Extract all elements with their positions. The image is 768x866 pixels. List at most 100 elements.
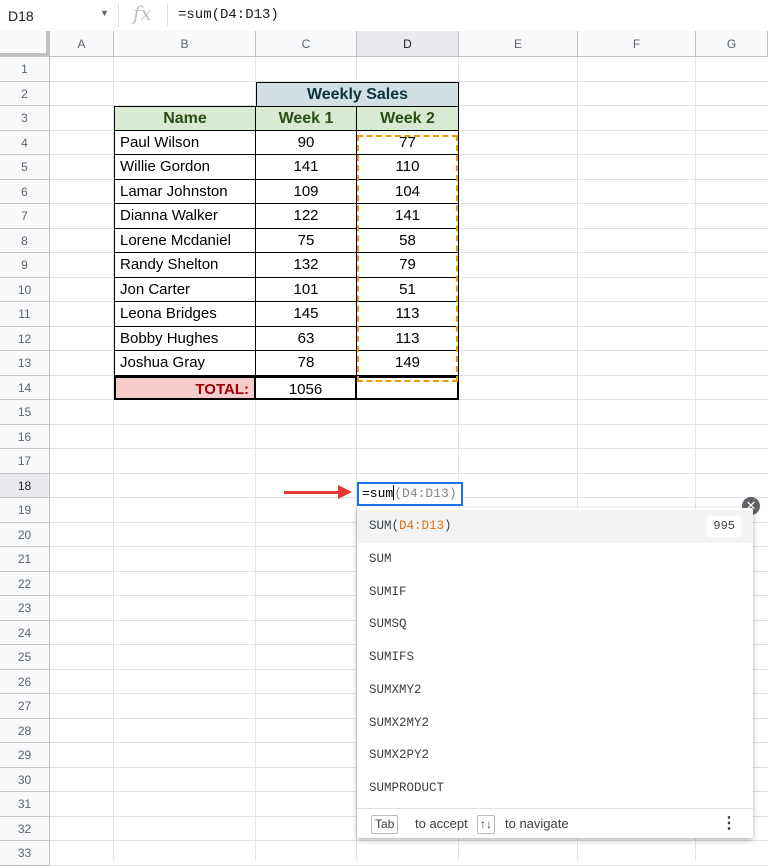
cell-week-2[interactable]: 113 (357, 302, 459, 327)
row-header-6[interactable]: 6 (0, 179, 50, 204)
row-header-24[interactable]: 24 (0, 620, 50, 645)
autocomplete-item[interactable]: SUMXMY2 (357, 674, 753, 707)
row-header-22[interactable]: 22 (0, 571, 50, 596)
row-header-14[interactable]: 14 (0, 375, 50, 400)
row-header-30[interactable]: 30 (0, 767, 50, 792)
arrow-head-icon (338, 485, 352, 499)
row-header-32[interactable]: 32 (0, 816, 50, 841)
row-header-10[interactable]: 10 (0, 277, 50, 302)
cell-name[interactable]: Bobby Hughes (114, 326, 256, 351)
row-header-12[interactable]: 12 (0, 326, 50, 351)
cell-week-2[interactable]: 51 (357, 277, 459, 302)
row-header-4[interactable]: 4 (0, 130, 50, 155)
column-header-e[interactable]: E (459, 31, 578, 57)
row-header-23[interactable]: 23 (0, 596, 50, 621)
cell-name[interactable]: Dianna Walker (114, 204, 256, 229)
autocomplete-item[interactable]: SUMPRODUCT (357, 772, 753, 805)
row-header-15[interactable]: 15 (0, 400, 50, 425)
tab-key-hint: Tab (371, 815, 399, 834)
autocomplete-item[interactable]: SUMX2MY2 (357, 707, 753, 740)
autocomplete-suggestion[interactable]: SUM(D4:D13) 995 (357, 510, 753, 543)
cell-name[interactable]: Paul Wilson (114, 130, 256, 155)
autocomplete-item[interactable]: SUMIF (357, 576, 753, 609)
cell-week-1[interactable]: 75 (256, 228, 357, 253)
cell-name[interactable]: Jon Carter (114, 277, 256, 302)
column-header-d[interactable]: D (357, 31, 459, 57)
row-header-2[interactable]: 2 (0, 81, 50, 106)
header-week-2[interactable]: Week 2 (357, 106, 459, 131)
cell-name[interactable]: Lamar Johnston (114, 179, 256, 204)
total-week-2[interactable] (357, 375, 459, 400)
column-header-g[interactable]: G (696, 31, 768, 57)
table-title[interactable]: Weekly Sales (256, 81, 459, 106)
suggestion-fn: SUM( (369, 519, 400, 533)
cell-week-2[interactable]: 141 (357, 204, 459, 229)
header-week-1[interactable]: Week 1 (256, 106, 357, 131)
row-header-21[interactable]: 21 (0, 547, 50, 572)
gridline (50, 864, 768, 866)
divider (118, 4, 119, 27)
row-header-16[interactable]: 16 (0, 424, 50, 449)
column-header-a[interactable]: A (50, 31, 114, 57)
name-box[interactable]: D18 ▼ (0, 0, 118, 31)
cell-name[interactable]: Leona Bridges (114, 302, 256, 327)
cell-week-1[interactable]: 145 (256, 302, 357, 327)
cell-week-2[interactable]: 110 (357, 155, 459, 180)
row-header-31[interactable]: 31 (0, 792, 50, 817)
row-header-33[interactable]: 33 (0, 841, 50, 866)
header-name[interactable]: Name (114, 106, 256, 131)
cell-week-1[interactable]: 101 (256, 277, 357, 302)
select-all-corner[interactable] (0, 31, 50, 57)
row-header-27[interactable]: 27 (0, 694, 50, 719)
cell-week-1[interactable]: 132 (256, 253, 357, 278)
row-header-19[interactable]: 19 (0, 498, 50, 523)
row-header-26[interactable]: 26 (0, 669, 50, 694)
cell-name[interactable]: Joshua Gray (114, 351, 256, 376)
more-options-icon[interactable]: ⋮ (721, 809, 737, 838)
row-header-7[interactable]: 7 (0, 204, 50, 229)
cell-week-1[interactable]: 63 (256, 326, 357, 351)
column-header-b[interactable]: B (114, 31, 256, 57)
cell-week-1[interactable]: 109 (256, 179, 357, 204)
cell-name[interactable]: Lorene Mcdaniel (114, 228, 256, 253)
cell-week-2[interactable]: 113 (357, 326, 459, 351)
row-header-5[interactable]: 5 (0, 155, 50, 180)
autocomplete-item[interactable]: SUMSQ (357, 608, 753, 641)
cell-week-1[interactable]: 90 (256, 130, 357, 155)
total-week-1[interactable]: 1056 (256, 375, 357, 400)
cell-week-2[interactable]: 58 (357, 228, 459, 253)
row-header-17[interactable]: 17 (0, 449, 50, 474)
cell-week-2[interactable]: 104 (357, 179, 459, 204)
row-header-3[interactable]: 3 (0, 106, 50, 131)
suggestion-close: ) (444, 519, 452, 533)
autocomplete-item[interactable]: SUMX2PY2 (357, 739, 753, 772)
row-header-1[interactable]: 1 (0, 57, 50, 82)
cell-name[interactable]: Randy Shelton (114, 253, 256, 278)
result-preview: 995 (707, 516, 741, 537)
row-header-20[interactable]: 20 (0, 522, 50, 547)
row-header-9[interactable]: 9 (0, 253, 50, 278)
formula-input[interactable]: =sum(D4:D13) (178, 7, 279, 23)
column-header-c[interactable]: C (256, 31, 357, 57)
cell-week-2[interactable]: 79 (357, 253, 459, 278)
cell-week-1[interactable]: 78 (256, 351, 357, 376)
row-header-8[interactable]: 8 (0, 228, 50, 253)
cell-name[interactable]: Willie Gordon (114, 155, 256, 180)
cell-week-2[interactable]: 77 (357, 130, 459, 155)
cell-week-2[interactable]: 149 (357, 351, 459, 376)
cell-editor[interactable]: =sum(D4:D13) (357, 482, 463, 506)
cell-week-1[interactable]: 122 (256, 204, 357, 229)
row-header-25[interactable]: 25 (0, 645, 50, 670)
column-header-f[interactable]: F (578, 31, 696, 57)
total-label[interactable]: TOTAL: (114, 375, 256, 400)
row-header-13[interactable]: 13 (0, 351, 50, 376)
row-header-11[interactable]: 11 (0, 302, 50, 327)
chevron-down-icon[interactable]: ▼ (100, 8, 109, 18)
row-header-18[interactable]: 18 (0, 473, 50, 498)
suggestion-range: D4:D13 (399, 519, 445, 533)
cell-week-1[interactable]: 141 (256, 155, 357, 180)
row-header-29[interactable]: 29 (0, 743, 50, 768)
autocomplete-item[interactable]: SUM (357, 543, 753, 576)
row-header-28[interactable]: 28 (0, 718, 50, 743)
autocomplete-item[interactable]: SUMIFS (357, 641, 753, 674)
